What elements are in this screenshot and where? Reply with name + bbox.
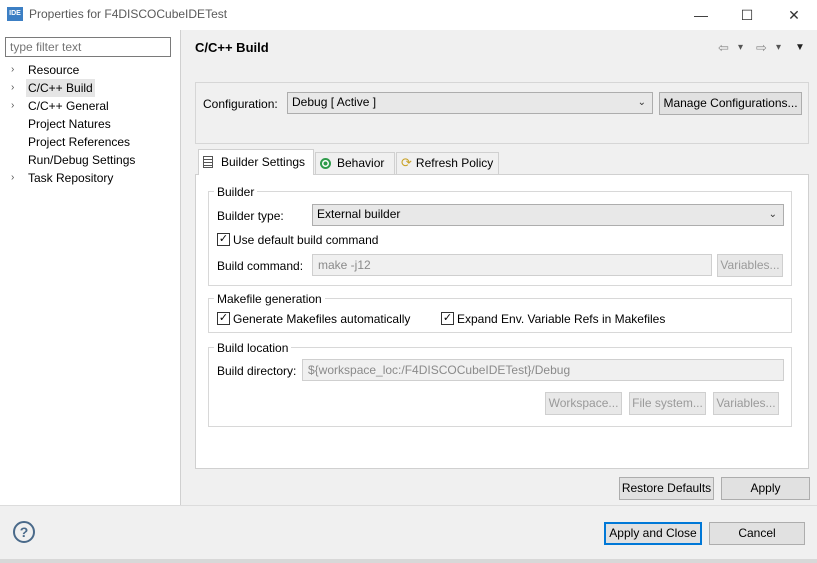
workspace-button[interactable]: Workspace... (545, 392, 622, 415)
tree-item-project-natures[interactable]: Project Natures (0, 115, 180, 133)
chevron-down-icon: ⌄ (637, 97, 646, 108)
tab-refresh-policy[interactable]: ⟳ Refresh Policy (396, 152, 499, 174)
back-history-dropdown-icon[interactable]: ▾ (738, 42, 743, 53)
build-command-field[interactable]: make -j12 (312, 254, 712, 276)
tab-label: Behavior (337, 156, 385, 170)
builder-group-title: Builder (214, 185, 258, 199)
maximize-button[interactable]: ☐ (724, 0, 770, 30)
apply-button[interactable]: Apply (721, 477, 810, 500)
tree-item-run-debug-settings[interactable]: Run/Debug Settings (0, 151, 180, 169)
chevron-down-icon: ⌄ (768, 209, 777, 220)
refresh-policy-icon: ⟳ (401, 155, 412, 170)
tab-behavior[interactable]: Behavior (315, 152, 395, 174)
build-location-group-title: Build location (214, 341, 292, 355)
expand-env-refs-label: Expand Env. Variable Refs in Makefiles (457, 312, 666, 326)
generate-makefiles-label: Generate Makefiles automatically (233, 312, 411, 326)
forward-history-dropdown-icon[interactable]: ▾ (776, 42, 781, 53)
window-title: Properties for F4DISCOCubeIDETest (29, 7, 228, 21)
minimize-button[interactable]: — (678, 0, 724, 30)
tree-item-label: Resource (28, 63, 80, 77)
location-variables-button[interactable]: Variables... (713, 392, 779, 415)
use-default-command-label: Use default build command (233, 233, 379, 247)
tree-item-label: Project Natures (28, 117, 111, 131)
expand-arrow-icon[interactable]: › (11, 61, 21, 79)
manage-configurations-button[interactable]: Manage Configurations... (659, 92, 802, 115)
tree-item-label: Project References (28, 135, 131, 149)
tree-item-label: Task Repository (28, 171, 114, 185)
cancel-button[interactable]: Cancel (709, 522, 805, 545)
close-window-button[interactable]: ✕ (771, 0, 817, 30)
expand-arrow-icon[interactable]: › (11, 79, 21, 97)
expand-arrow-icon[interactable]: › (11, 97, 21, 115)
back-arrow-icon[interactable]: ⇦ (718, 40, 729, 56)
ide-app-icon: IDE (7, 7, 23, 21)
filter-input[interactable] (5, 37, 171, 57)
forward-arrow-icon[interactable]: ⇨ (756, 40, 767, 56)
tab-label: Refresh Policy (415, 156, 494, 170)
view-menu-icon[interactable]: ▼ (795, 42, 805, 53)
behavior-icon (320, 158, 331, 169)
expand-env-refs-checkbox[interactable]: ✓ (441, 312, 454, 325)
generate-makefiles-checkbox[interactable]: ✓ (217, 312, 230, 325)
configuration-label: Configuration: (203, 97, 278, 111)
builder-variables-button[interactable]: Variables... (717, 254, 783, 277)
tree-item-resource[interactable]: › Resource (0, 61, 180, 79)
tree-item-project-references[interactable]: Project References (0, 133, 180, 151)
tree-item-label: C/C++ General (28, 99, 109, 113)
build-directory-label: Build directory: (217, 364, 297, 378)
configuration-select[interactable]: Debug [ Active ] ⌄ (287, 92, 653, 114)
tab-builder-settings[interactable]: Builder Settings (198, 149, 314, 175)
build-command-label: Build command: (217, 259, 304, 273)
tree-item-task-repository[interactable]: › Task Repository (0, 169, 180, 187)
builder-type-value: External builder (317, 207, 401, 221)
makefile-group-title: Makefile generation (214, 292, 325, 306)
builder-type-select[interactable]: External builder ⌄ (312, 204, 784, 226)
tree-item-cc-general[interactable]: › C/C++ General (0, 97, 180, 115)
page-title: C/C++ Build (195, 40, 269, 55)
file-system-button[interactable]: File system... (629, 392, 706, 415)
apply-and-close-button[interactable]: Apply and Close (604, 522, 702, 545)
configuration-value: Debug [ Active ] (292, 95, 377, 109)
builder-type-label: Builder type: (217, 209, 284, 223)
tree-item-label: C/C++ Build (26, 79, 95, 97)
status-strip (0, 559, 817, 563)
tree-item-label: Run/Debug Settings (28, 153, 136, 167)
help-icon[interactable]: ? (13, 521, 35, 543)
use-default-command-checkbox[interactable]: ✓ (217, 233, 230, 246)
build-directory-field[interactable]: ${workspace_loc:/F4DISCOCubeIDETest}/Deb… (302, 359, 784, 381)
tree-item-cc-build[interactable]: › C/C++ Build (0, 79, 180, 97)
restore-defaults-button[interactable]: Restore Defaults (619, 477, 714, 500)
tab-label: Builder Settings (221, 155, 306, 169)
builder-settings-icon (203, 156, 213, 168)
expand-arrow-icon[interactable]: › (11, 169, 21, 187)
